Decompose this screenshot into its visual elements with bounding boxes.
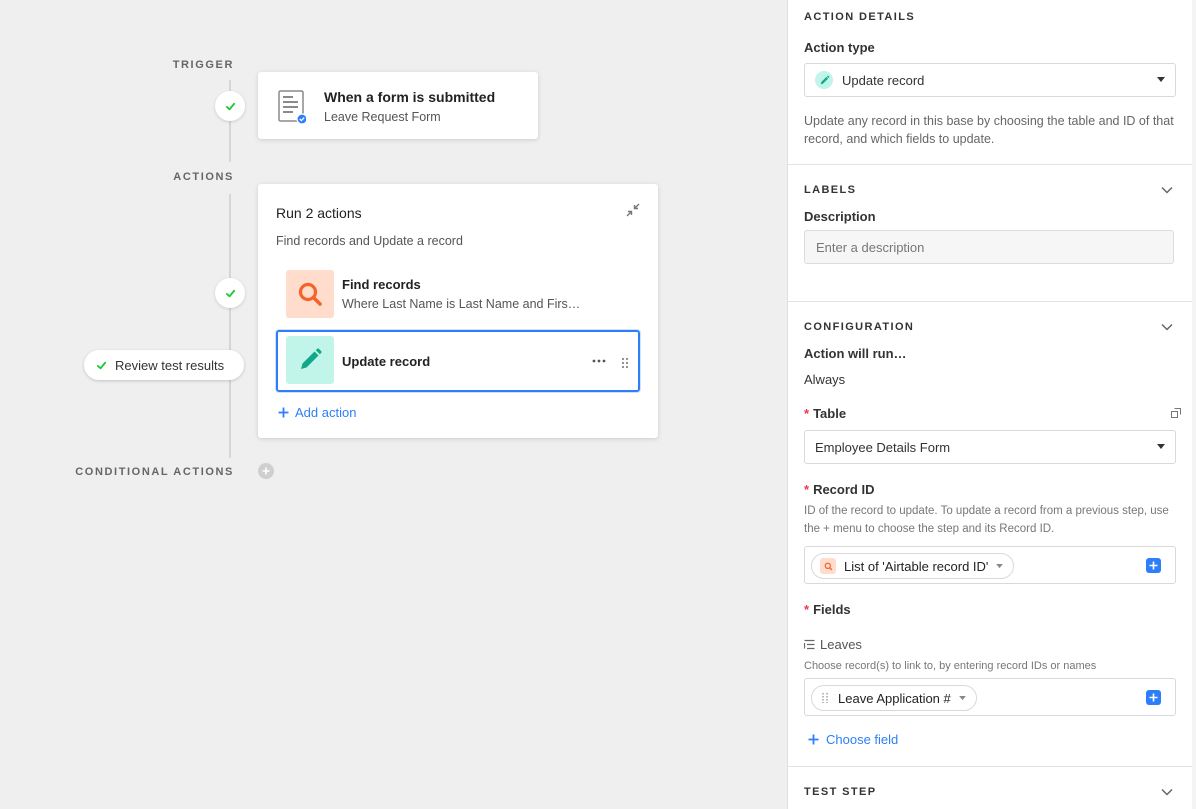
configuration-title: CONFIGURATION <box>804 321 915 333</box>
record-id-token-label: List of 'Airtable record ID' <box>844 558 989 574</box>
form-icon <box>278 90 306 124</box>
leaves-token[interactable]: Leave Application # <box>811 685 977 711</box>
chevron-down-icon[interactable] <box>1161 323 1173 331</box>
check-icon <box>225 102 235 110</box>
add-conditional-action-button[interactable] <box>258 463 274 479</box>
trigger-title: When a form is submitted <box>324 89 496 105</box>
action-details-title: ACTION DETAILS <box>804 11 916 23</box>
required-marker: * <box>804 602 810 617</box>
action-type-value: Update record <box>842 72 925 88</box>
description-input[interactable] <box>804 230 1174 264</box>
fields-label: * Fields <box>804 602 851 617</box>
caret-down-icon <box>958 695 966 700</box>
record-id-token[interactable]: List of 'Airtable record ID' <box>811 553 1015 579</box>
add-action-label: Add action <box>295 405 357 420</box>
trigger-section-label: TRIGGER <box>172 59 234 71</box>
review-test-results-button[interactable]: Review test results <box>84 350 244 380</box>
action-will-run-label: Action will run… <box>804 346 907 361</box>
action-details-section: ACTION DETAILS Action type Update record… <box>788 0 1192 165</box>
add-action-button[interactable]: Add action <box>278 405 356 420</box>
trigger-status-check <box>215 91 245 121</box>
record-id-field[interactable]: List of 'Airtable record ID' <box>804 546 1176 584</box>
actions-group-subtitle: Find records and Update a record <box>276 234 463 248</box>
panel-scrollbar[interactable] <box>1192 0 1196 809</box>
actions-group-card: Run 2 actions Find records and Update a … <box>258 184 658 438</box>
plus-icon <box>278 407 289 418</box>
trigger-subtitle: Leave Request Form <box>324 110 441 124</box>
caret-down-icon <box>1157 77 1165 82</box>
action-config-panel: ACTION DETAILS Action type Update record… <box>787 0 1192 809</box>
linked-record-icon <box>804 639 815 650</box>
chevron-down-icon[interactable] <box>1161 186 1173 194</box>
labels-title: LABELS <box>804 184 857 196</box>
review-test-results-label: Review test results <box>115 357 225 373</box>
step-title: Find records <box>342 277 421 292</box>
automation-canvas: TRIGGER ACTIONS CONDITIONAL ACTIONS When… <box>0 0 787 809</box>
collapse-icon[interactable] <box>626 203 640 217</box>
record-id-help: ID of the record to update. To update a … <box>804 505 1169 535</box>
step-title: Update record <box>342 354 431 369</box>
choose-field-label: Choose field <box>826 732 899 747</box>
table-label: * Table <box>804 406 847 421</box>
insert-variable-button[interactable] <box>1146 690 1161 705</box>
test-step-title: TEST STEP <box>804 786 877 798</box>
labels-section: LABELS Description <box>788 165 1192 302</box>
caret-down-icon <box>996 563 1004 568</box>
step-find-records[interactable]: Find records Where Last Name is Last Nam… <box>276 264 640 326</box>
configuration-section: CONFIGURATION Action will run… Always * T… <box>788 302 1192 767</box>
required-marker: * <box>804 482 810 497</box>
pencil-icon <box>815 71 833 89</box>
test-step-section[interactable]: TEST STEP <box>788 767 1192 809</box>
check-icon <box>96 361 107 369</box>
search-icon <box>820 558 836 574</box>
action-type-description: Update any record in this base by choosi… <box>804 114 1174 146</box>
leaves-field-label: Leaves <box>804 637 862 652</box>
description-label: Description <box>804 209 876 224</box>
table-select[interactable]: Employee Details Form <box>804 430 1176 464</box>
leaves-help: Choose record(s) to link to, by entering… <box>804 660 1097 672</box>
record-id-label: * Record ID <box>804 482 875 497</box>
plus-icon <box>262 467 270 475</box>
open-table-icon[interactable] <box>1171 408 1181 418</box>
actions-rail <box>229 194 231 458</box>
actions-section-label: ACTIONS <box>173 171 234 183</box>
trigger-card[interactable]: When a form is submitted Leave Request F… <box>258 72 538 139</box>
drag-handle-icon[interactable] <box>620 357 630 369</box>
table-select-value: Employee Details Form <box>815 439 951 455</box>
actions-group-title: Run 2 actions <box>276 205 362 221</box>
step-subtitle: Where Last Name is Last Name and Firs… <box>342 297 581 311</box>
conditional-actions-label: CONDITIONAL ACTIONS <box>75 466 234 478</box>
action-type-select[interactable]: Update record <box>804 63 1176 97</box>
chevron-down-icon[interactable] <box>1161 788 1173 796</box>
find-records-tile <box>286 270 334 318</box>
more-options-icon[interactable] <box>592 356 606 366</box>
leaves-token-label: Leave Application # <box>838 690 951 706</box>
plus-icon <box>808 734 819 745</box>
plus-icon <box>1149 561 1158 570</box>
action-will-run-value: Always <box>804 372 846 387</box>
search-icon <box>298 282 322 306</box>
pencil-icon <box>301 348 322 369</box>
choose-field-button[interactable]: Choose field <box>808 732 898 747</box>
insert-variable-button[interactable] <box>1146 558 1161 573</box>
leaves-field[interactable]: Leave Application # <box>804 678 1176 716</box>
check-icon <box>225 289 235 297</box>
step-update-record[interactable]: Update record <box>276 330 640 392</box>
number-field-icon <box>822 693 828 703</box>
action-type-label: Action type <box>804 40 875 55</box>
plus-icon <box>1149 693 1158 702</box>
find-step-status-check <box>215 278 245 308</box>
caret-down-icon <box>1157 444 1165 449</box>
update-record-tile <box>286 336 334 384</box>
required-marker: * <box>804 406 810 421</box>
